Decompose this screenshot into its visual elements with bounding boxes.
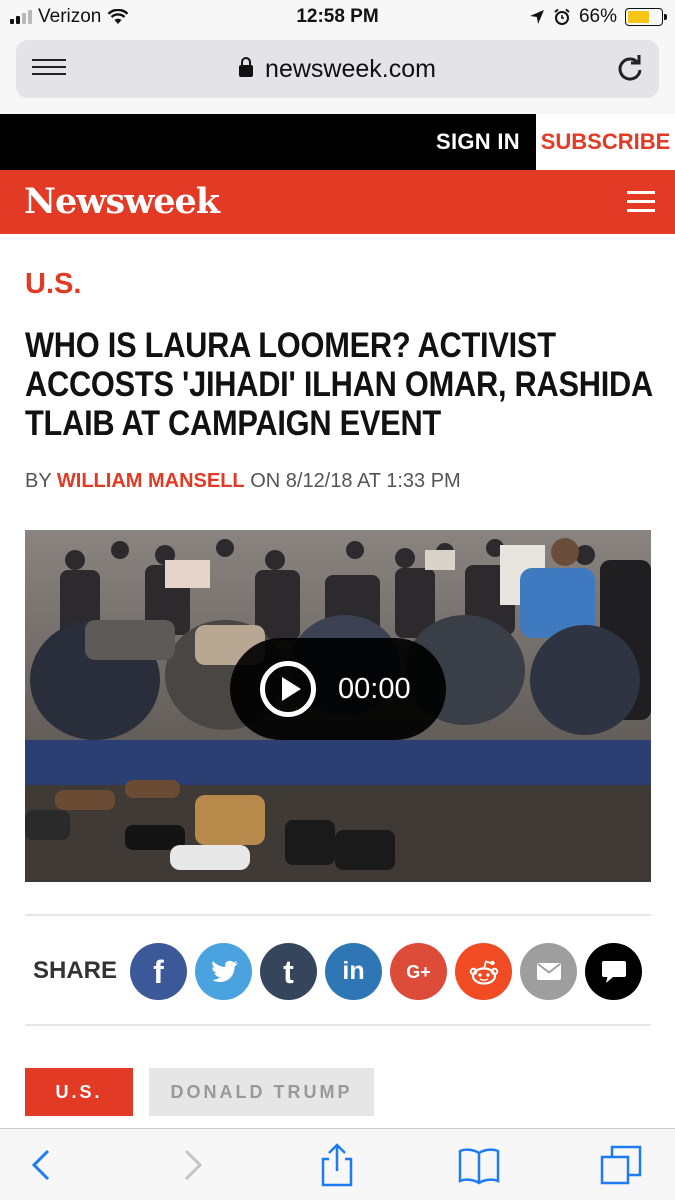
twitter-icon xyxy=(211,960,238,982)
share-icon[interactable] xyxy=(315,1143,359,1187)
site-header: Newsweek xyxy=(0,170,675,234)
tag-donald-trump[interactable]: DONALD TRUMP xyxy=(149,1068,374,1116)
video-player[interactable]: 00:00 xyxy=(25,530,651,882)
battery-level xyxy=(628,11,650,23)
linkedin-share-button[interactable]: in xyxy=(325,943,382,1000)
article-byline: BY WILLIAM MANSELL ON 8/12/18 AT 1:33 PM xyxy=(25,470,461,493)
tag-us[interactable]: U.S. xyxy=(25,1068,133,1116)
comments-button[interactable] xyxy=(585,943,642,1000)
forward-arrow-icon[interactable] xyxy=(170,1143,214,1187)
video-play-control[interactable]: 00:00 xyxy=(230,638,446,740)
share-label: SHARE xyxy=(33,957,118,984)
browser-toolbar xyxy=(0,1128,675,1200)
divider xyxy=(25,914,651,916)
battery-icon xyxy=(625,8,667,26)
linkedin-icon: in xyxy=(342,957,365,985)
facebook-icon: f xyxy=(153,953,164,990)
subscribe-button[interactable]: SUBSCRIBE xyxy=(536,114,675,170)
reddit-icon xyxy=(469,959,498,985)
facebook-share-button[interactable]: f xyxy=(130,943,187,1000)
twitter-share-button[interactable] xyxy=(195,943,252,1000)
menu-icon[interactable] xyxy=(627,191,655,213)
email-share-button[interactable] xyxy=(520,943,577,1000)
divider xyxy=(25,1024,651,1026)
reddit-share-button[interactable] xyxy=(455,943,512,1000)
alarm-clock-icon xyxy=(554,8,570,25)
tumblr-share-button[interactable]: t xyxy=(260,943,317,1000)
google-plus-icon: G+ xyxy=(406,961,431,982)
byline-prefix: BY xyxy=(25,470,52,492)
tumblr-icon: t xyxy=(283,953,294,990)
share-buttons: f t in G+ xyxy=(130,943,642,1000)
play-icon[interactable] xyxy=(260,661,316,717)
url-display[interactable]: newsweek.com xyxy=(16,55,659,84)
tabs-icon[interactable] xyxy=(600,1143,644,1187)
article-headline: WHO IS LAURA LOOMER? ACTIVIST ACCOSTS 'J… xyxy=(25,326,652,443)
location-arrow-icon xyxy=(529,10,544,24)
article-section-link[interactable]: U.S. xyxy=(25,268,81,301)
sign-in-link[interactable]: SIGN IN xyxy=(436,129,520,155)
url-text: newsweek.com xyxy=(265,55,436,83)
lock-icon xyxy=(239,57,254,77)
url-field[interactable]: newsweek.com xyxy=(16,40,659,98)
reload-icon[interactable] xyxy=(615,54,645,84)
browser-address-bar: newsweek.com xyxy=(0,36,675,114)
byline-date: ON 8/12/18 AT 1:33 PM xyxy=(250,470,461,492)
comment-bubble-icon xyxy=(601,960,626,983)
account-strip: SIGN IN SUBSCRIBE xyxy=(0,114,675,170)
bookmarks-icon[interactable] xyxy=(457,1143,501,1187)
site-logo[interactable]: Newsweek xyxy=(24,181,220,222)
battery-percent: 66% xyxy=(578,6,617,27)
video-timestamp: 00:00 xyxy=(338,672,411,705)
status-bar: Verizon 12:58 PM 66% xyxy=(0,0,675,36)
google-plus-share-button[interactable]: G+ xyxy=(390,943,447,1000)
mail-icon xyxy=(536,963,561,980)
author-link[interactable]: WILLIAM MANSELL xyxy=(57,470,245,492)
back-arrow-icon[interactable] xyxy=(20,1143,64,1187)
status-right-group: 66% xyxy=(529,6,667,28)
